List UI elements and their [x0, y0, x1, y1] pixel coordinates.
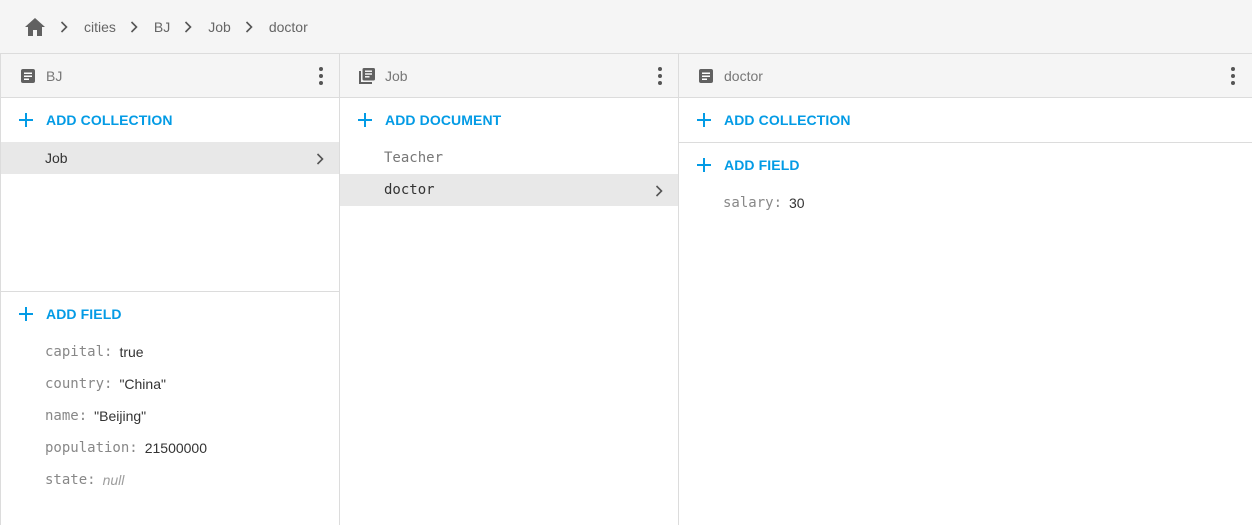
field-row-capital[interactable]: capital: true: [1, 336, 340, 368]
chevron-right-icon: [130, 20, 142, 33]
panel-header: Job: [340, 54, 679, 98]
plus-icon: [696, 157, 712, 173]
add-document-button[interactable]: ADD DOCUMENT: [340, 98, 679, 142]
plus-icon: [357, 112, 373, 128]
document-panel-doctor: doctor ADD COLLECTION ADD FIELD salary: …: [678, 54, 1252, 525]
add-field-button[interactable]: ADD FIELD: [679, 143, 1252, 187]
field-key: capital:: [45, 344, 113, 360]
breadcrumb-item-doctor[interactable]: doctor: [269, 19, 308, 35]
list-item-document-teacher[interactable]: Teacher: [340, 142, 679, 174]
add-collection-button[interactable]: ADD COLLECTION: [679, 98, 1252, 142]
add-collection-label: ADD COLLECTION: [46, 112, 173, 128]
panel-header: BJ: [1, 54, 340, 98]
list-item-collection-job[interactable]: Job: [1, 142, 340, 174]
field-value: 21500000: [144, 440, 208, 456]
breadcrumb-item-cities[interactable]: cities: [84, 19, 116, 35]
chevron-right-icon: [245, 20, 257, 33]
panel-title: BJ: [46, 67, 63, 84]
plus-icon: [696, 112, 712, 128]
add-collection-button[interactable]: ADD COLLECTION: [1, 98, 340, 142]
add-field-button[interactable]: ADD FIELD: [1, 292, 340, 336]
chevron-right-icon: [655, 184, 667, 197]
add-field-label: ADD FIELD: [46, 306, 122, 322]
more-vert-icon[interactable]: [1226, 66, 1240, 86]
field-row-population[interactable]: population: 21500000: [1, 432, 340, 464]
chevron-right-icon: [60, 20, 72, 33]
collection-panel-job: Job ADD DOCUMENT Teacher doctor: [339, 54, 679, 525]
more-vert-icon[interactable]: [314, 66, 328, 86]
field-key: country:: [45, 376, 113, 392]
add-field-label: ADD FIELD: [724, 157, 800, 173]
field-row-country[interactable]: country: "China": [1, 368, 340, 400]
field-row-state[interactable]: state: null: [1, 464, 340, 496]
document-panel-bj: BJ ADD COLLECTION Job ADD FIELD capital:…: [0, 54, 340, 525]
panel-title: Job: [385, 67, 408, 84]
chevron-right-icon: [184, 20, 196, 33]
breadcrumb: cities BJ Job doctor: [0, 0, 1252, 54]
plus-icon: [18, 306, 34, 322]
breadcrumb-item-bj[interactable]: BJ: [154, 19, 170, 35]
field-value-null: null: [102, 472, 125, 488]
field-value: "Beijing": [94, 408, 147, 424]
list-item-label: Job: [45, 150, 68, 166]
chevron-right-icon: [316, 152, 328, 165]
field-key: name:: [45, 408, 88, 424]
plus-icon: [18, 112, 34, 128]
panel-header: doctor: [679, 54, 1252, 98]
field-row-salary[interactable]: salary: 30: [679, 187, 1252, 219]
home-icon[interactable]: [24, 16, 46, 38]
collection-section: ADD COLLECTION Job: [1, 98, 340, 292]
field-key: state:: [45, 472, 96, 488]
field-key: salary:: [723, 195, 783, 211]
add-document-label: ADD DOCUMENT: [385, 112, 502, 128]
field-key: population:: [45, 440, 138, 456]
more-vert-icon[interactable]: [653, 66, 667, 86]
field-value: 30: [789, 195, 805, 211]
list-item-document-doctor[interactable]: doctor: [340, 174, 679, 206]
collection-icon: [358, 67, 376, 85]
list-item-label: doctor: [384, 182, 435, 198]
document-icon: [19, 67, 37, 85]
document-icon: [697, 67, 715, 85]
field-row-name[interactable]: name: "Beijing": [1, 400, 340, 432]
breadcrumb-item-job[interactable]: Job: [208, 19, 231, 35]
list-item-label: Teacher: [384, 150, 444, 166]
field-value: "China": [119, 376, 166, 392]
field-value: true: [119, 344, 144, 360]
panel-title: doctor: [724, 67, 763, 84]
add-collection-label: ADD COLLECTION: [724, 112, 851, 128]
